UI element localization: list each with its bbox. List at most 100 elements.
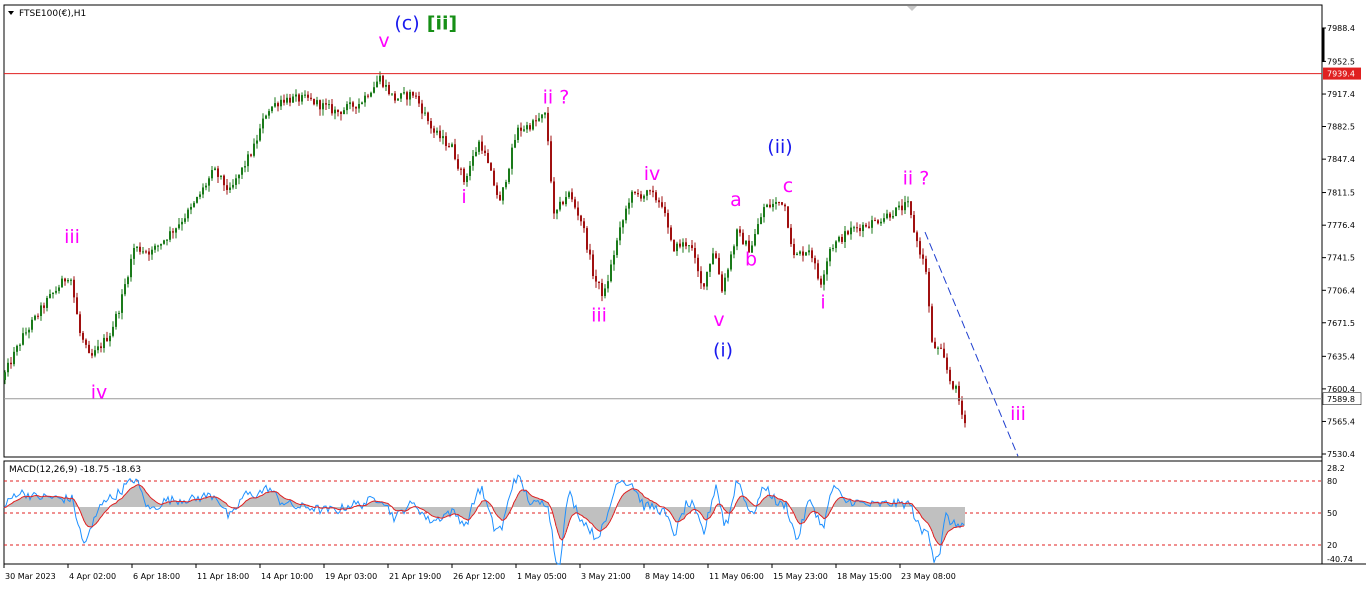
wave-label[interactable]: a [730, 189, 742, 211]
candle-body [412, 91, 414, 96]
candle-body [388, 85, 390, 95]
candle-body [715, 253, 717, 258]
candle-body [130, 258, 132, 278]
candle-body [226, 185, 228, 190]
candle-body [397, 98, 399, 101]
candle-body [637, 193, 639, 195]
candle-body [799, 251, 801, 254]
candle-body [898, 205, 900, 208]
candle-body [568, 192, 570, 198]
candle-body [349, 102, 351, 105]
time-tick-label: 8 May 14:00 [645, 572, 695, 581]
time-tick-label: 18 May 15:00 [837, 572, 892, 581]
candle-body [577, 207, 579, 216]
candle-body [847, 231, 849, 235]
wave-label[interactable]: i [461, 186, 466, 208]
candle-body [466, 175, 468, 183]
wave-label[interactable]: [ii] [427, 12, 457, 34]
candle-body [895, 207, 897, 217]
candle-body [244, 166, 246, 168]
candle-body [34, 315, 36, 320]
candle-body [343, 110, 345, 115]
candle-body [877, 220, 879, 224]
wave-label[interactable]: iv [644, 163, 661, 185]
candle-body [31, 319, 33, 330]
candle-body [379, 75, 381, 82]
wave-label[interactable]: (c) [394, 12, 419, 34]
price-tick-label: 7952.5 [1327, 57, 1355, 66]
candle-body [592, 254, 594, 277]
candle-body [103, 337, 105, 349]
candle-body [28, 329, 30, 333]
wave-label[interactable]: v [378, 30, 389, 52]
wave-label[interactable]: iii [64, 226, 80, 248]
macd-tick-label: 20 [1327, 541, 1337, 550]
candle-body [301, 95, 303, 102]
candle-body [790, 227, 792, 245]
candle-body [643, 195, 645, 199]
candle-body [256, 140, 258, 144]
candle-body [601, 282, 603, 297]
wave-label[interactable]: v [713, 309, 724, 331]
candle-body [541, 114, 543, 119]
candle-body [358, 103, 360, 109]
candle-body [919, 241, 921, 255]
candle-body [265, 115, 267, 119]
candle-body [433, 128, 435, 133]
candle-body [850, 227, 852, 235]
candle-body [199, 194, 201, 197]
price-tick-label: 7671.5 [1327, 319, 1355, 328]
candle-body [73, 279, 75, 298]
candle-body [670, 227, 672, 240]
candle-body [313, 98, 315, 105]
wave-label[interactable]: iv [91, 382, 108, 404]
candle-body [784, 204, 786, 207]
candle-body [220, 175, 222, 177]
candle-body [106, 337, 108, 342]
time-tick-label: 30 Mar 2023 [5, 572, 56, 581]
candle-body [436, 130, 438, 133]
candle-body [238, 174, 240, 179]
candle-body [58, 287, 60, 291]
candle-body [64, 278, 66, 282]
candle-body [127, 277, 129, 285]
wave-label[interactable]: (i) [713, 340, 733, 362]
candle-body [223, 175, 225, 186]
wave-label[interactable]: i [820, 291, 825, 313]
candle-body [43, 305, 45, 308]
price-tick-label: 7600.4 [1327, 385, 1355, 394]
candle-body [94, 350, 96, 356]
wave-label[interactable]: (ii) [767, 136, 792, 158]
candle-body [880, 221, 882, 224]
wave-label[interactable]: b [745, 249, 757, 271]
wave-label[interactable]: iii [591, 304, 607, 326]
candle-body [154, 245, 156, 250]
candle-body [673, 239, 675, 252]
wave-label[interactable]: c [783, 175, 793, 197]
candle-body [118, 312, 120, 314]
candle-body [526, 125, 528, 130]
candle-body [274, 103, 276, 107]
candle-body [376, 81, 378, 88]
candle-body [481, 141, 483, 151]
candle-body [718, 257, 720, 275]
wave-label[interactable]: ii ? [543, 87, 570, 109]
candle-body [517, 127, 519, 140]
candle-body [742, 232, 744, 245]
candle-body [736, 229, 738, 247]
chart-window[interactable]: FTSE100(€),H1 7939.4 7589.8 v (c) [ii] iii iv… [0, 0, 1366, 588]
candle-body [61, 278, 63, 288]
wave-label[interactable]: iii [1010, 403, 1026, 425]
candle-body [328, 104, 330, 106]
candle-body [163, 240, 165, 244]
candle-body [712, 253, 714, 265]
candle-body [337, 109, 339, 113]
candle-body [685, 242, 687, 247]
time-tick-label: 11 Apr 18:00 [197, 572, 249, 581]
wave-label[interactable]: ii ? [903, 168, 930, 190]
candle-body [649, 190, 651, 192]
candle-body [868, 226, 870, 228]
candle-body [586, 228, 588, 250]
candle-body [646, 190, 648, 196]
time-tick-label: 23 May 08:00 [901, 572, 956, 581]
